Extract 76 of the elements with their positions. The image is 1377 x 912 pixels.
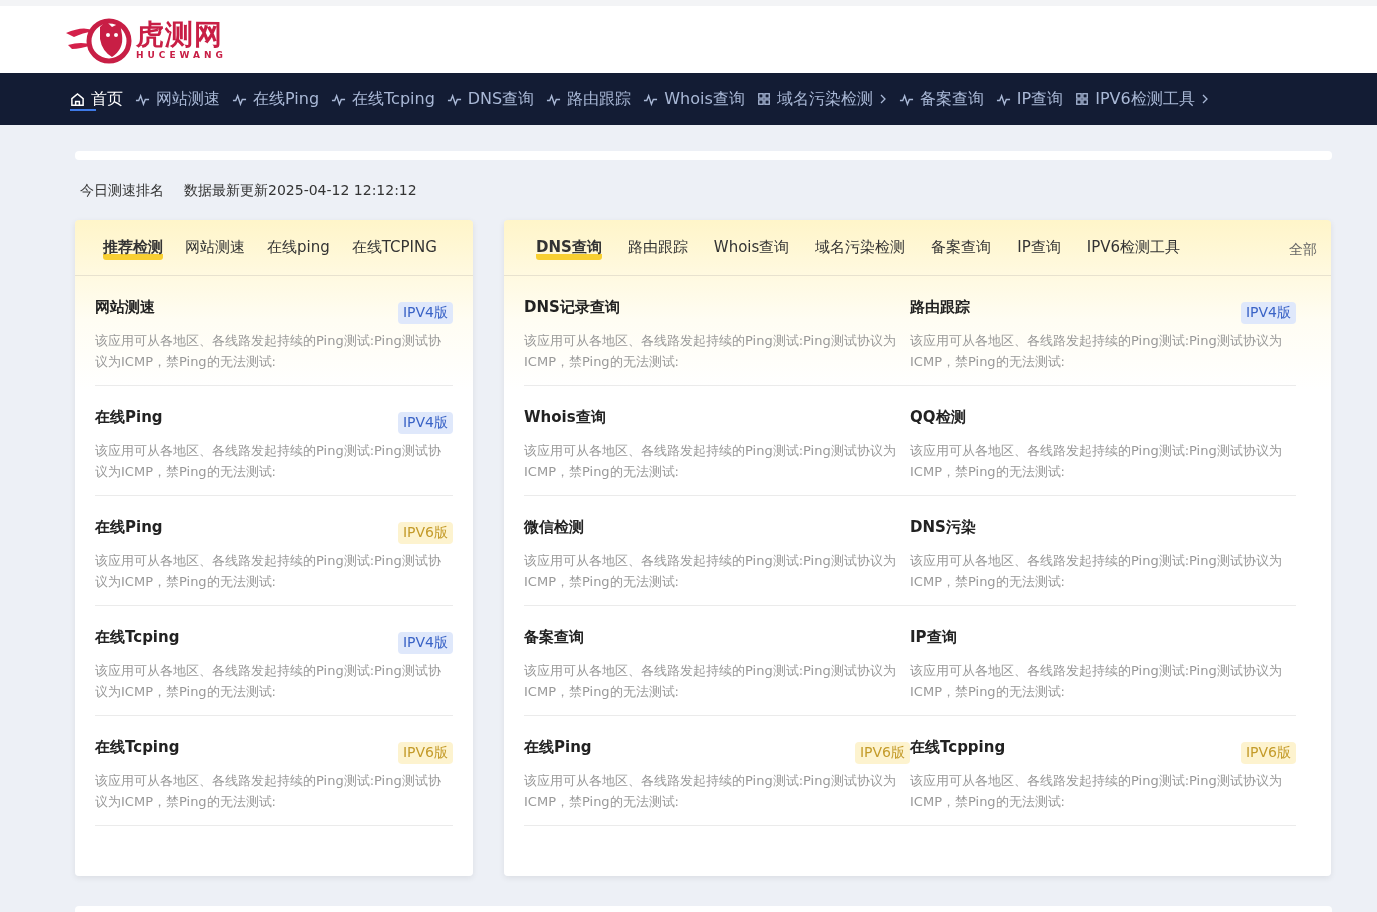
category-tab[interactable]: 在线ping xyxy=(267,238,330,257)
tool-title[interactable]: IP查询 xyxy=(910,628,957,647)
home-icon xyxy=(70,91,85,107)
tool-title[interactable]: 在线Ping xyxy=(95,518,163,537)
category-tab[interactable]: DNS查询 xyxy=(536,238,602,260)
tool-description: 该应用可从各地区、各线路发起持续的Ping测试:Ping测试协议为ICMP，禁Ping的无法测试: xyxy=(95,662,442,701)
tool-description: 该应用可从各地区、各线路发起持续的Ping测试:Ping测试协议为ICMP，禁Ping的无法测试: xyxy=(524,772,897,811)
category-tab[interactable]: 域名污染检测 xyxy=(815,238,906,257)
tool-title[interactable]: 路由跟踪 xyxy=(910,298,970,317)
version-tag: IPV4版 xyxy=(1240,302,1296,324)
category-tab[interactable]: Whois查询 xyxy=(713,238,790,257)
nav-link[interactable]: 备案查询 xyxy=(898,73,984,125)
logo-subtitle: HUCEWANG xyxy=(136,49,227,60)
tool-description: 该应用可从各地区、各线路发起持续的Ping测试:Ping测试协议为ICMP，禁Ping的无法测试: xyxy=(910,772,1283,811)
tool-title[interactable]: 微信检测 xyxy=(524,518,584,537)
tool-description: 该应用可从各地区、各线路发起持续的Ping测试:Ping测试协议为ICMP，禁Ping的无法测试: xyxy=(524,552,897,591)
nav-link[interactable]: 在线Ping xyxy=(232,73,320,125)
tool-description: 该应用可从各地区、各线路发起持续的Ping测试:Ping测试协议为ICMP，禁Ping的无法测试: xyxy=(95,332,442,371)
category-tab[interactable]: 路由跟踪 xyxy=(627,238,688,257)
tool-title[interactable]: 在线Tcping xyxy=(95,628,180,647)
ranking-label: 今日测速排名 xyxy=(80,182,164,200)
category-tab[interactable]: 在线TCPING xyxy=(351,238,437,257)
pulse-icon xyxy=(446,91,462,107)
nav-link[interactable]: 域名污染检测 xyxy=(756,73,887,125)
nav-link[interactable]: DNS查询 xyxy=(446,73,535,125)
tool-description: 该应用可从各地区、各线路发起持续的Ping测试:Ping测试协议为ICMP，禁Ping的无法测试: xyxy=(95,772,442,811)
category-tab[interactable]: IPV6检测工具 xyxy=(1086,238,1181,257)
tool-description: 该应用可从各地区、各线路发起持续的Ping测试:Ping测试协议为ICMP，禁Ping的无法测试: xyxy=(524,442,897,481)
logo[interactable]: 虎测网 HUCEWANG xyxy=(64,14,227,65)
pulse-icon xyxy=(995,91,1011,107)
category-tab[interactable]: IP查询 xyxy=(1017,238,1061,257)
update-time: 数据最新更新2025-04-12 12:12:12 xyxy=(184,182,417,200)
tool-title[interactable]: DNS记录查询 xyxy=(524,298,620,317)
nav-link[interactable]: 路由跟踪 xyxy=(546,73,632,125)
version-tag: IPV4版 xyxy=(397,632,453,654)
version-tag: IPV6版 xyxy=(854,742,910,764)
category-tab[interactable]: 推荐检测 xyxy=(103,238,163,260)
grid-icon xyxy=(1075,92,1090,106)
tool-title[interactable]: 网站测速 xyxy=(95,298,155,317)
version-tag: IPV4版 xyxy=(397,412,453,434)
nav-link[interactable]: 在线Tcping xyxy=(331,73,435,125)
tool-description: 该应用可从各地区、各线路发起持续的Ping测试:Ping测试协议为ICMP，禁Ping的无法测试: xyxy=(524,332,897,371)
pulse-icon xyxy=(232,91,247,107)
pulse-icon xyxy=(898,91,914,107)
pulse-icon xyxy=(643,91,659,107)
version-tag: IPV6版 xyxy=(1240,742,1296,764)
nav-link[interactable]: IPV6检测工具 xyxy=(1075,73,1209,125)
version-tag: IPV6版 xyxy=(397,522,453,544)
tool-title[interactable]: Whois查询 xyxy=(524,408,606,427)
tool-description: 该应用可从各地区、各线路发起持续的Ping测试:Ping测试协议为ICMP，禁Ping的无法测试: xyxy=(910,332,1283,371)
logo-name: 虎测网 xyxy=(136,19,224,50)
tool-description: 该应用可从各地区、各线路发起持续的Ping测试:Ping测试协议为ICMP，禁Ping的无法测试: xyxy=(524,662,897,701)
version-tag: IPV6版 xyxy=(397,742,453,764)
tool-description: 该应用可从各地区、各线路发起持续的Ping测试:Ping测试协议为ICMP，禁Ping的无法测试: xyxy=(95,442,442,481)
nav-link[interactable]: Whois查询 xyxy=(643,73,745,125)
nav-link[interactable]: 网站测速 xyxy=(135,73,220,125)
tool-title[interactable]: 在线Tcping xyxy=(95,738,180,757)
version-tag: IPV4版 xyxy=(397,302,453,324)
tool-title[interactable]: 在线Tcpping xyxy=(910,738,1006,757)
pulse-icon xyxy=(135,91,150,107)
tool-title[interactable]: 备案查询 xyxy=(524,628,584,647)
tool-title[interactable]: 在线Ping xyxy=(524,738,592,757)
category-tab[interactable]: 网站测速 xyxy=(185,238,245,257)
tool-description: 该应用可从各地区、各线路发起持续的Ping测试:Ping测试协议为ICMP，禁Ping的无法测试: xyxy=(95,552,442,591)
nav-link[interactable]: IP查询 xyxy=(995,73,1064,125)
tool-title[interactable]: QQ检测 xyxy=(910,408,966,427)
tool-description: 该应用可从各地区、各线路发起持续的Ping测试:Ping测试协议为ICMP，禁Ping的无法测试: xyxy=(910,662,1283,701)
tool-title[interactable]: 在线Ping xyxy=(95,408,163,427)
all-link[interactable]: 全部 xyxy=(1289,236,1317,259)
category-tab[interactable]: 备案查询 xyxy=(931,238,992,257)
pulse-icon xyxy=(546,91,562,107)
tool-title[interactable]: DNS污染 xyxy=(910,518,976,537)
tool-description: 该应用可从各地区、各线路发起持续的Ping测试:Ping测试协议为ICMP，禁Ping的无法测试: xyxy=(910,552,1283,591)
pulse-icon xyxy=(331,91,347,107)
grid-icon xyxy=(756,92,771,106)
tool-description: 该应用可从各地区、各线路发起持续的Ping测试:Ping测试协议为ICMP，禁Ping的无法测试: xyxy=(910,442,1283,481)
